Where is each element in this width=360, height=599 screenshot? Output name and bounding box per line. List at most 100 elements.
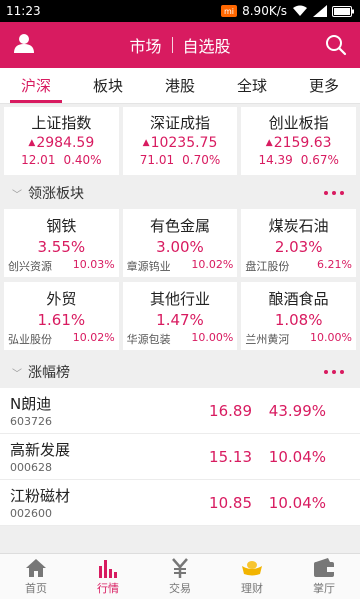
tab-hong-kong[interactable]: 港股 [144, 68, 216, 103]
battery-icon [332, 5, 354, 17]
sector-card[interactable]: 有色金属 3.00% 章源钨业 10.02% [122, 209, 238, 277]
nav-hall[interactable]: 掌厅 [288, 554, 360, 599]
stock-percent: 10.04% [268, 493, 326, 512]
stock-price: 10.85 [209, 493, 252, 512]
leading-sectors-header[interactable]: ﹀ 领涨板块 [0, 177, 360, 209]
sector-percent: 1.47% [156, 311, 204, 329]
dot [332, 191, 336, 195]
tab-shanghai-shenzhen[interactable]: 沪深 [0, 68, 72, 103]
nav-home[interactable]: 首页 [0, 554, 72, 599]
market-title-button[interactable]: 市场 [129, 33, 161, 57]
index-change: 12.01 [21, 153, 56, 167]
search-button[interactable] [324, 33, 348, 57]
stock-info: 江粉磁材 002600 [10, 485, 162, 520]
index-change-row: 12.01 0.40% [4, 153, 119, 167]
user-icon [13, 33, 35, 57]
lead-percent: 10.00% [310, 331, 352, 344]
nav-label: 理财 [241, 582, 263, 595]
sector-card[interactable]: 钢铁 3.55% 创兴资源 10.03% [4, 209, 119, 277]
nav-market[interactable]: 行情 [72, 554, 144, 599]
stock-price: 16.89 [209, 401, 252, 420]
market-chart-icon [97, 557, 119, 579]
watchlist-title-button[interactable]: 自选股 [183, 33, 231, 57]
lead-stock: 弘业股份 [8, 333, 52, 346]
yen-icon [169, 557, 191, 579]
sector-lead-row: 兰州黄河 10.00% [241, 331, 356, 347]
user-button[interactable] [0, 22, 48, 68]
lead-percent: 10.02% [72, 331, 115, 344]
index-change-row: 14.39 0.67% [241, 153, 356, 167]
lead-stock: 华源包装 [126, 333, 171, 346]
app-header: 市场 自选股 [0, 22, 360, 68]
section-title: 领涨板块 [28, 186, 84, 202]
index-name: 创业板指 [268, 114, 329, 132]
dot [324, 370, 328, 374]
lead-stock: 章源钨业 [126, 260, 171, 273]
index-value-row: ▲2159.63 [241, 135, 356, 151]
table-row[interactable]: 江粉磁材 002600 10.85 10.04% [0, 480, 360, 526]
nav-wealth[interactable]: 理财 [216, 554, 288, 599]
tab-more[interactable]: 更多 [288, 68, 360, 103]
sector-card[interactable]: 其他行业 1.47% 华源包装 10.00% [122, 282, 238, 350]
lead-stock: 创兴资源 [8, 260, 52, 273]
sector-lead-row: 盘江股份 6.21% [241, 258, 356, 274]
index-value-row: ▲10235.75 [123, 135, 238, 151]
sector-percent: 2.03% [274, 238, 323, 256]
more-dots-button[interactable] [324, 370, 344, 374]
index-percent: 0.67% [300, 153, 339, 167]
stock-code: 002600 [10, 507, 52, 520]
sector-name: 其他行业 [149, 290, 210, 308]
home-icon [25, 557, 47, 579]
stock-price: 15.13 [209, 447, 252, 466]
nav-label: 行情 [97, 582, 119, 595]
stock-code: 603726 [10, 415, 52, 428]
sector-name: 外贸 [46, 290, 77, 308]
index-cards: 上证指数 ▲2984.59 12.01 0.40% 深证成指 ▲10235.75 … [0, 104, 360, 175]
title-divider [171, 37, 173, 53]
index-change: 71.01 [139, 153, 175, 167]
status-time: 11:23 [6, 4, 41, 18]
index-card-shenzhen[interactable]: 深证成指 ▲10235.75 71.01 0.70% [122, 107, 238, 175]
up-arrow-icon: ▲ [142, 138, 150, 148]
lead-percent: 10.03% [72, 258, 115, 271]
sector-lead-row: 弘业股份 10.02% [4, 331, 119, 347]
chevron-down-icon: ﹀ [12, 368, 22, 380]
index-change-row: 71.01 0.70% [123, 153, 238, 167]
sector-name: 酿酒食品 [268, 290, 329, 308]
sector-grid: 钢铁 3.55% 创兴资源 10.03% 有色金属 3.00% 章源钨业 10.02… [0, 209, 360, 350]
sector-card[interactable]: 酿酒食品 1.08% 兰州黄河 10.00% [241, 282, 356, 350]
dot [340, 370, 344, 374]
tab-global[interactable]: 全球 [216, 68, 288, 103]
section-title: 涨幅榜 [28, 365, 70, 381]
sector-percent: 3.00% [156, 238, 204, 256]
wallet-icon [313, 557, 335, 579]
app-screen: 11:23 mi 8.90K/s 市场 自选股 沪深 板块 港股 全球 更多 上… [0, 0, 360, 599]
index-change: 14.39 [258, 153, 293, 167]
table-row[interactable]: 高新发展 000628 15.13 10.04% [0, 434, 360, 480]
header-titles: 市场 自选股 [0, 22, 360, 68]
nav-trade[interactable]: 交易 [144, 554, 216, 599]
lead-stock: 兰州黄河 [245, 333, 290, 346]
index-name: 深证成指 [150, 114, 211, 132]
wifi-icon [292, 5, 308, 17]
status-bar: 11:23 mi 8.90K/s [0, 0, 360, 22]
sector-card[interactable]: 外贸 1.61% 弘业股份 10.02% [4, 282, 119, 350]
market-tabs: 沪深 板块 港股 全球 更多 [0, 68, 360, 104]
index-card-shanghai[interactable]: 上证指数 ▲2984.59 12.01 0.40% [4, 107, 119, 175]
sector-card[interactable]: 煤炭石油 2.03% 盘江股份 6.21% [241, 209, 356, 277]
dot [324, 191, 328, 195]
index-name: 上证指数 [31, 114, 92, 132]
more-dots-button[interactable] [324, 191, 344, 195]
top-gainers-header[interactable]: ﹀ 涨幅榜 [0, 356, 360, 388]
stock-code: 000628 [10, 461, 52, 474]
index-card-chinext[interactable]: 创业板指 ▲2159.63 14.39 0.67% [241, 107, 357, 175]
index-value-row: ▲2984.59 [4, 135, 119, 151]
sector-name: 有色金属 [149, 217, 210, 235]
nav-label: 掌厅 [313, 582, 335, 595]
tab-sectors[interactable]: 板块 [72, 68, 144, 103]
sector-percent: 1.61% [37, 311, 86, 329]
index-percent: 0.70% [182, 153, 221, 167]
index-percent: 0.40% [63, 153, 102, 167]
table-row[interactable]: N朗迪 603726 16.89 43.99% [0, 388, 360, 434]
lead-percent: 10.00% [191, 331, 234, 344]
